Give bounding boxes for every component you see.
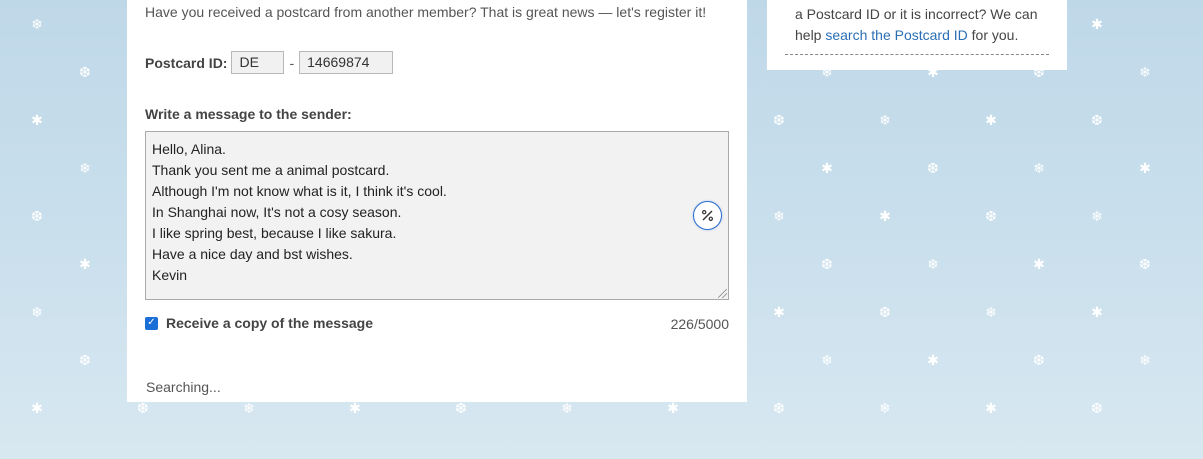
snowflake-icon: ❆ <box>1091 401 1103 417</box>
help-prefix: help <box>795 27 826 43</box>
snowflake-icon: ❄ <box>79 161 91 177</box>
snowflake-icon: ❄ <box>879 113 891 129</box>
search-postcard-id-link[interactable]: search the Postcard ID <box>825 27 967 43</box>
snowflake-icon: ❆ <box>455 401 467 417</box>
snowflake-icon: ✱ <box>985 113 997 129</box>
snowflake-icon: ❆ <box>821 257 833 273</box>
postcard-id-label: Postcard ID: <box>145 54 228 71</box>
status-text: Searching... <box>146 379 221 395</box>
snowflake-icon: ❆ <box>1139 257 1151 273</box>
snowflake-icon: ❄ <box>1139 65 1151 81</box>
snowflake-icon: ❆ <box>1033 353 1045 369</box>
snowflake-icon: ❆ <box>879 305 891 321</box>
snowflake-icon: ❆ <box>79 353 91 369</box>
copy-checkbox[interactable]: ✓ <box>145 316 158 330</box>
snowflake-icon: ✱ <box>79 257 91 273</box>
character-counter: 226/5000 <box>670 316 729 332</box>
help-line-2: help search the Postcard ID for you. <box>795 25 1055 46</box>
message-line: Hello, Alina. <box>152 141 226 157</box>
snowflake-icon: ❄ <box>773 209 785 225</box>
message-line: Thank you sent me a animal postcard. <box>152 162 390 178</box>
snowflake-icon: ✱ <box>31 401 43 417</box>
message-label: Write a message to the sender: <box>145 106 352 122</box>
postcard-id-row: Postcard ID: DE - 14669874 <box>145 50 394 75</box>
divider <box>785 54 1049 55</box>
snowflake-icon: ❄ <box>243 401 255 417</box>
grammar-check-button[interactable] <box>693 201 722 230</box>
checkmark-icon: ✓ <box>147 317 156 328</box>
message-line: Although I'm not know what is it, I thin… <box>152 183 447 199</box>
snowflake-icon: ❄ <box>31 305 43 321</box>
help-suffix: for you. <box>967 27 1019 43</box>
snowflake-icon: ✱ <box>773 305 785 321</box>
snowflake-icon: ❄ <box>821 353 833 369</box>
snowflake-icon: ❄ <box>561 401 573 417</box>
snowflake-icon: ✱ <box>349 401 361 417</box>
snowflake-icon: ❆ <box>1091 113 1103 129</box>
country-code-input[interactable]: DE <box>231 51 285 74</box>
snowflake-icon: ❆ <box>927 161 939 177</box>
snowflake-icon: ❄ <box>31 17 43 33</box>
snowflake-icon: ❆ <box>773 401 785 417</box>
snowflake-icon: ✱ <box>1139 161 1151 177</box>
register-postcard-card: Have you received a postcard from anothe… <box>127 0 747 402</box>
help-line-1: a Postcard ID or it is incorrect? We can <box>795 6 1038 22</box>
copy-option-label[interactable]: Receive a copy of the message <box>166 315 373 331</box>
message-textarea[interactable]: Hello, Alina. Thank you sent me a animal… <box>145 131 729 300</box>
snowflake-icon: ❄ <box>1091 209 1103 225</box>
snowflake-icon: ❄ <box>927 257 939 273</box>
snowflake-icon: ✱ <box>31 113 43 129</box>
snowflake-icon: ✱ <box>667 401 679 417</box>
snowflake-icon: ❄ <box>1033 161 1045 177</box>
message-line: In Shanghai now, It's not a cosy season. <box>152 204 402 220</box>
message-line: Kevin <box>152 267 188 283</box>
snowflake-icon: ❆ <box>773 113 785 129</box>
message-line: Have a nice day and bst wishes. <box>152 246 353 262</box>
id-separator: - <box>289 54 295 71</box>
message-line: I like spring best, because I like sakur… <box>152 225 397 241</box>
resize-grip-icon[interactable] <box>718 289 727 298</box>
snowflake-icon: ✱ <box>879 209 891 225</box>
snowflake-icon: ✱ <box>821 161 833 177</box>
snowflake-icon: ✱ <box>985 401 997 417</box>
snowflake-icon: ✱ <box>1091 305 1103 321</box>
snowflake-icon: ❆ <box>31 209 43 225</box>
snowflake-icon: ❄ <box>1139 353 1151 369</box>
snowflake-icon: ✱ <box>927 353 939 369</box>
postcard-number-input[interactable]: 14669874 <box>299 51 394 74</box>
snowflake-icon: ❄ <box>879 401 891 417</box>
snowflake-icon: ✱ <box>1091 17 1103 33</box>
snowflake-icon: ❆ <box>79 65 91 81</box>
help-sidebar-card: a Postcard ID or it is incorrect? We can… <box>767 0 1067 70</box>
help-text: a Postcard ID or it is incorrect? We can… <box>795 4 1055 46</box>
intro-text: Have you received a postcard from anothe… <box>145 4 707 20</box>
grammar-check-icon <box>702 210 713 221</box>
snowflake-icon: ❆ <box>985 209 997 225</box>
snowflake-icon: ✱ <box>1033 257 1045 273</box>
copy-option-row: ✓ Receive a copy of the message <box>145 314 373 332</box>
snowflake-icon: ❆ <box>137 401 149 417</box>
snowflake-icon: ❄ <box>985 305 997 321</box>
